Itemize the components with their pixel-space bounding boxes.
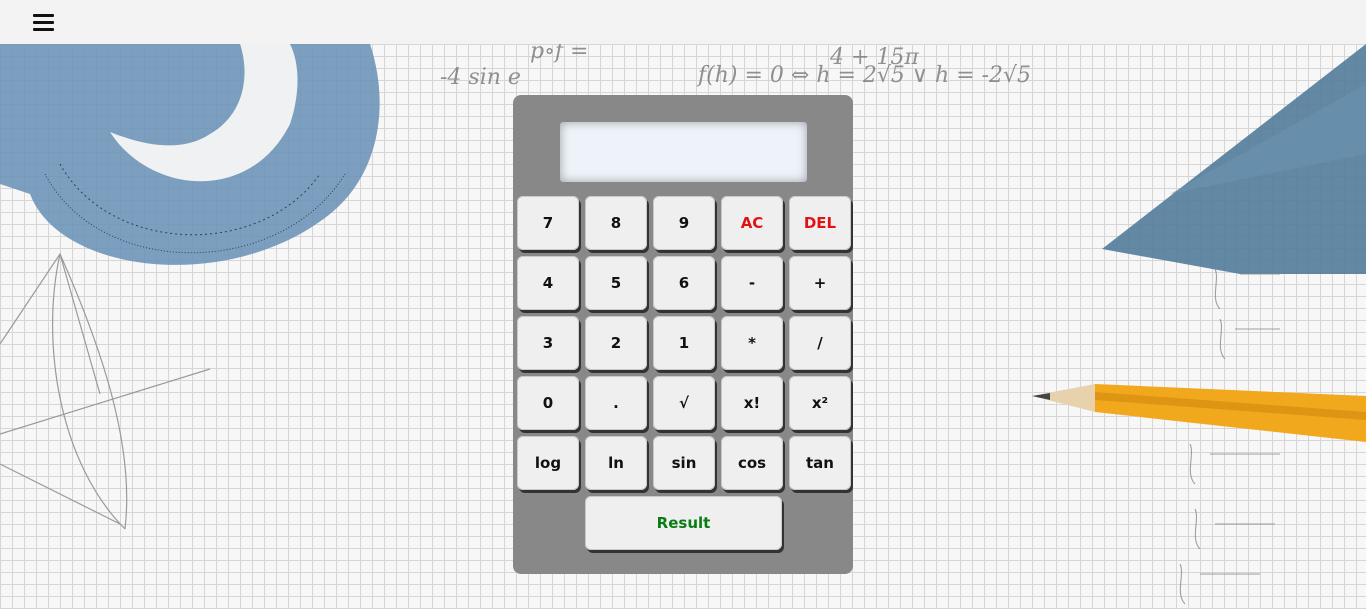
- top-bar: [0, 0, 1366, 44]
- log-button[interactable]: log: [517, 436, 579, 490]
- minus-button[interactable]: -: [721, 256, 783, 310]
- result-button[interactable]: Result: [585, 496, 782, 550]
- key-2-button[interactable]: 2: [585, 316, 647, 370]
- key-4-button[interactable]: 4: [517, 256, 579, 310]
- svg-text:-4 sin e: -4 sin e: [440, 65, 521, 90]
- key-8-button[interactable]: 8: [585, 196, 647, 250]
- decimal-point-button[interactable]: .: [585, 376, 647, 430]
- key-0-button[interactable]: 0: [517, 376, 579, 430]
- key-6-button[interactable]: 6: [653, 256, 715, 310]
- factorial-button[interactable]: x!: [721, 376, 783, 430]
- pencil-icon: [1032, 384, 1366, 442]
- key-7-button[interactable]: 7: [517, 196, 579, 250]
- hamburger-menu-icon[interactable]: [33, 14, 54, 32]
- calculator-display: [560, 122, 807, 182]
- all-clear-button[interactable]: AC: [721, 196, 783, 250]
- key-5-button[interactable]: 5: [585, 256, 647, 310]
- tan-button[interactable]: tan: [789, 436, 851, 490]
- plus-button[interactable]: +: [789, 256, 851, 310]
- cos-button[interactable]: cos: [721, 436, 783, 490]
- protractor-icon: [0, 44, 380, 265]
- ln-button[interactable]: ln: [585, 436, 647, 490]
- delete-button[interactable]: DEL: [789, 196, 851, 250]
- calculator: 7 8 9 AC DEL 4 5 6 - + 3 2 1 * / 0 . √ x…: [513, 95, 853, 574]
- set-square-icon: [1102, 44, 1366, 274]
- sin-button[interactable]: sin: [653, 436, 715, 490]
- key-3-button[interactable]: 3: [517, 316, 579, 370]
- multiply-button[interactable]: *: [721, 316, 783, 370]
- svg-text:4 + 15π: 4 + 15π: [829, 45, 919, 70]
- key-1-button[interactable]: 1: [653, 316, 715, 370]
- key-9-button[interactable]: 9: [653, 196, 715, 250]
- svg-text:p∘f =: p∘f =: [530, 44, 588, 64]
- divide-button[interactable]: /: [789, 316, 851, 370]
- square-root-button[interactable]: √: [653, 376, 715, 430]
- square-button[interactable]: x²: [789, 376, 851, 430]
